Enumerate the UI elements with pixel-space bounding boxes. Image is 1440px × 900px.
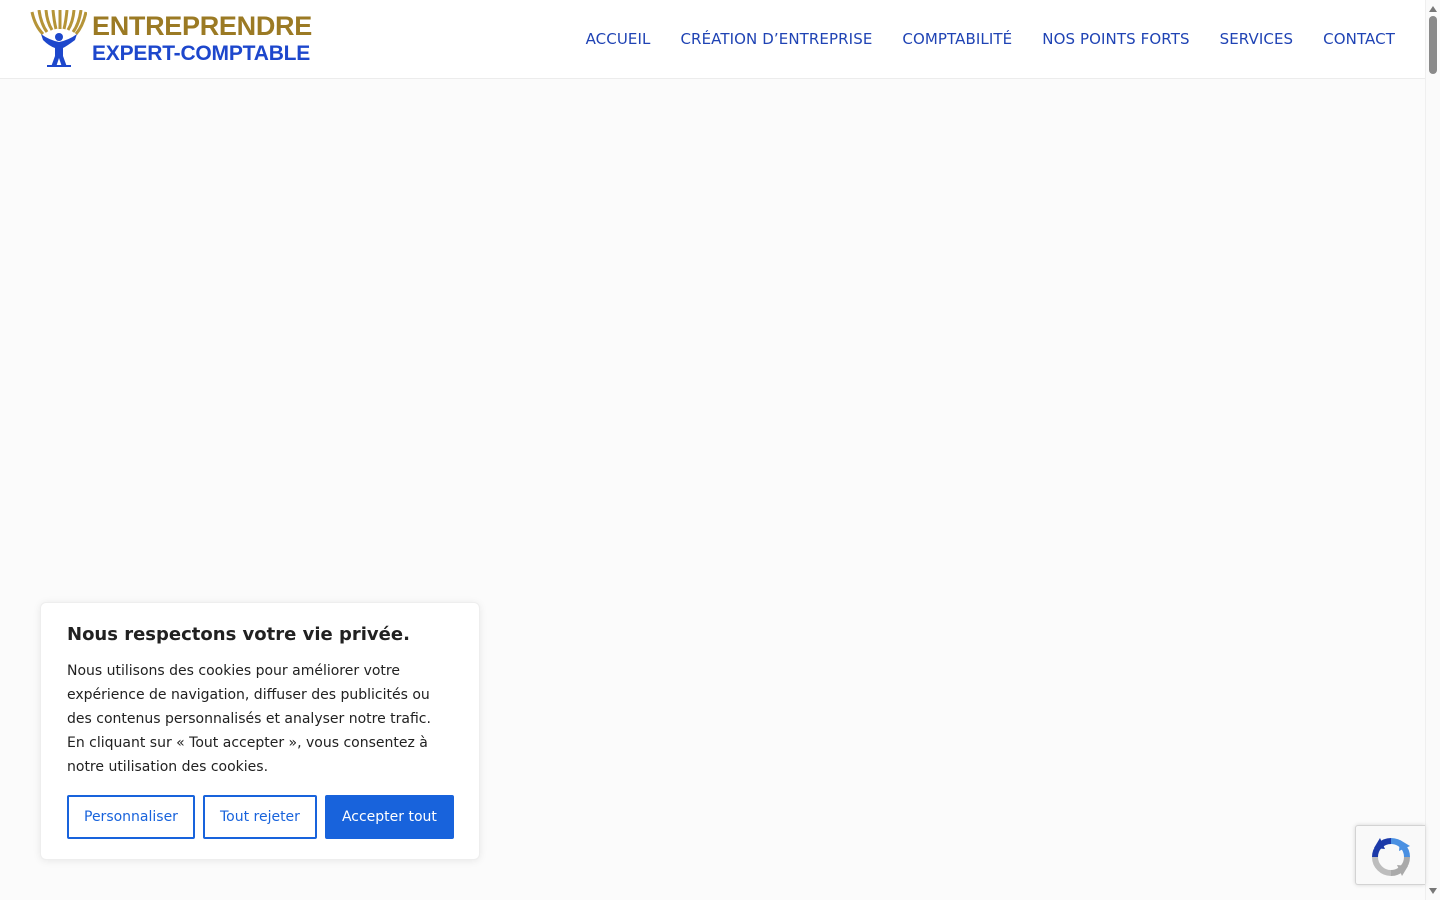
recaptcha-badge[interactable] [1355,825,1425,885]
nav-item-comptabilite[interactable]: COMPTABILITÉ [902,28,1012,50]
nav-item-creation-entreprise[interactable]: CRÉATION D’ENTREPRISE [680,28,872,50]
page: ENTREPRENDRE EXPERT-COMPTABLE ACCUEIL CR… [0,0,1440,900]
site-logo[interactable]: ENTREPRENDRE EXPERT-COMPTABLE [29,10,314,70]
page-scrollbar[interactable] [1425,0,1440,900]
reject-all-cookies-button[interactable]: Tout rejeter [202,795,317,839]
cookie-banner-text: Nous utilisons des cookies pour améliore… [67,663,431,775]
site-header: ENTREPRENDRE EXPERT-COMPTABLE ACCUEIL CR… [0,0,1425,79]
recaptcha-icon [1372,838,1410,876]
scroll-down-icon[interactable] [1429,888,1437,894]
atlas-logo-icon [30,10,87,67]
scroll-up-icon[interactable] [1429,6,1437,12]
customize-cookies-button[interactable]: Personnaliser [67,795,195,839]
cookie-banner-title: Nous respectons votre vie privée. [67,624,410,645]
logo-text-top: ENTREPRENDRE [92,11,312,41]
scroll-thumb[interactable] [1429,16,1437,74]
nav-item-points-forts[interactable]: NOS POINTS FORTS [1042,28,1189,50]
main-nav: ACCUEIL CRÉATION D’ENTREPRISE COMPTABILI… [586,28,1395,50]
cookie-button-group: Personnaliser Tout rejeter Accepter tout [67,795,454,839]
nav-item-accueil[interactable]: ACCUEIL [586,28,651,50]
nav-item-contact[interactable]: CONTACT [1323,28,1395,50]
nav-item-services[interactable]: SERVICES [1220,28,1294,50]
cookie-consent-banner: Nous respectons votre vie privée. Nous u… [40,602,480,860]
logo-text-bottom: EXPERT-COMPTABLE [92,42,311,65]
accept-all-cookies-button[interactable]: Accepter tout [324,795,454,839]
